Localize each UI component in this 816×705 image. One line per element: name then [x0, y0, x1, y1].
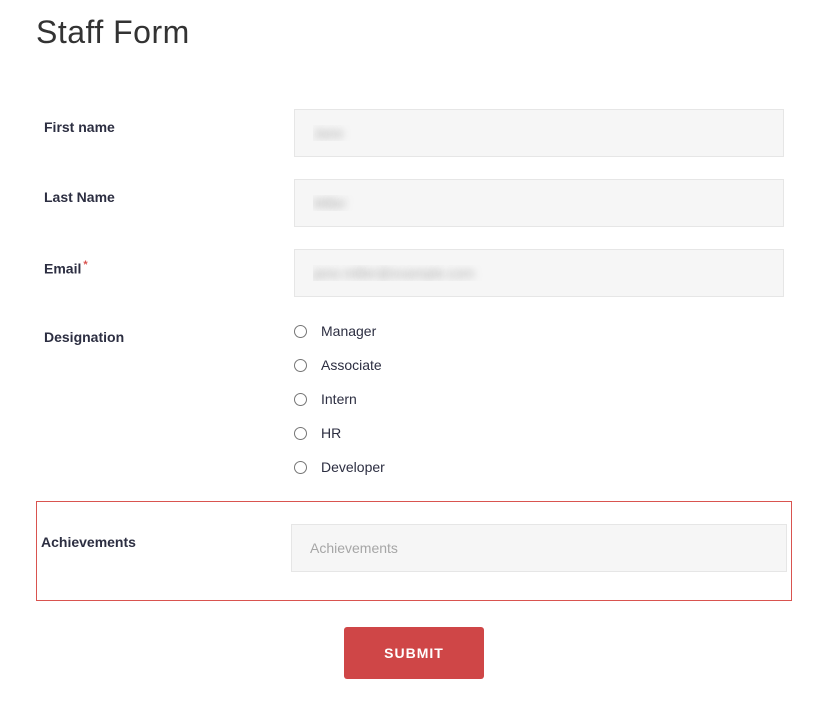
- submit-wrap: SUBMIT: [40, 627, 788, 679]
- submit-button[interactable]: SUBMIT: [344, 627, 484, 679]
- label-last-name: Last Name: [44, 179, 294, 205]
- label-first-name: First name: [44, 109, 294, 135]
- radio-label-manager: Manager: [321, 323, 376, 339]
- radio-item-manager[interactable]: Manager: [294, 323, 784, 339]
- designation-radio-group: Manager Associate Intern HR Developer: [294, 319, 784, 479]
- radio-item-intern[interactable]: Intern: [294, 391, 784, 407]
- radio-item-developer[interactable]: Developer: [294, 459, 784, 475]
- first-name-input[interactable]: [294, 109, 784, 157]
- radio-intern[interactable]: [294, 393, 307, 406]
- highlighted-row-achievements: Achievements: [36, 501, 792, 601]
- radio-hr[interactable]: [294, 427, 307, 440]
- label-achievements: Achievements: [41, 524, 291, 550]
- radio-label-associate: Associate: [321, 357, 382, 373]
- row-email: Email*: [40, 249, 788, 297]
- required-marker: *: [83, 259, 87, 271]
- radio-associate[interactable]: [294, 359, 307, 372]
- radio-label-intern: Intern: [321, 391, 357, 407]
- row-designation: Designation Manager Associate Intern HR …: [40, 319, 788, 479]
- label-designation: Designation: [44, 319, 294, 345]
- email-input[interactable]: [294, 249, 784, 297]
- label-email-text: Email: [44, 261, 81, 277]
- radio-label-developer: Developer: [321, 459, 385, 475]
- radio-developer[interactable]: [294, 461, 307, 474]
- page-title: Staff Form: [36, 14, 816, 51]
- row-first-name: First name: [40, 109, 788, 157]
- radio-item-hr[interactable]: HR: [294, 425, 784, 441]
- radio-label-hr: HR: [321, 425, 341, 441]
- radio-manager[interactable]: [294, 325, 307, 338]
- row-last-name: Last Name: [40, 179, 788, 227]
- label-email: Email*: [44, 249, 294, 277]
- staff-form: First name Last Name Email* Designation …: [0, 109, 816, 679]
- last-name-input[interactable]: [294, 179, 784, 227]
- achievements-input[interactable]: [291, 524, 787, 572]
- radio-item-associate[interactable]: Associate: [294, 357, 784, 373]
